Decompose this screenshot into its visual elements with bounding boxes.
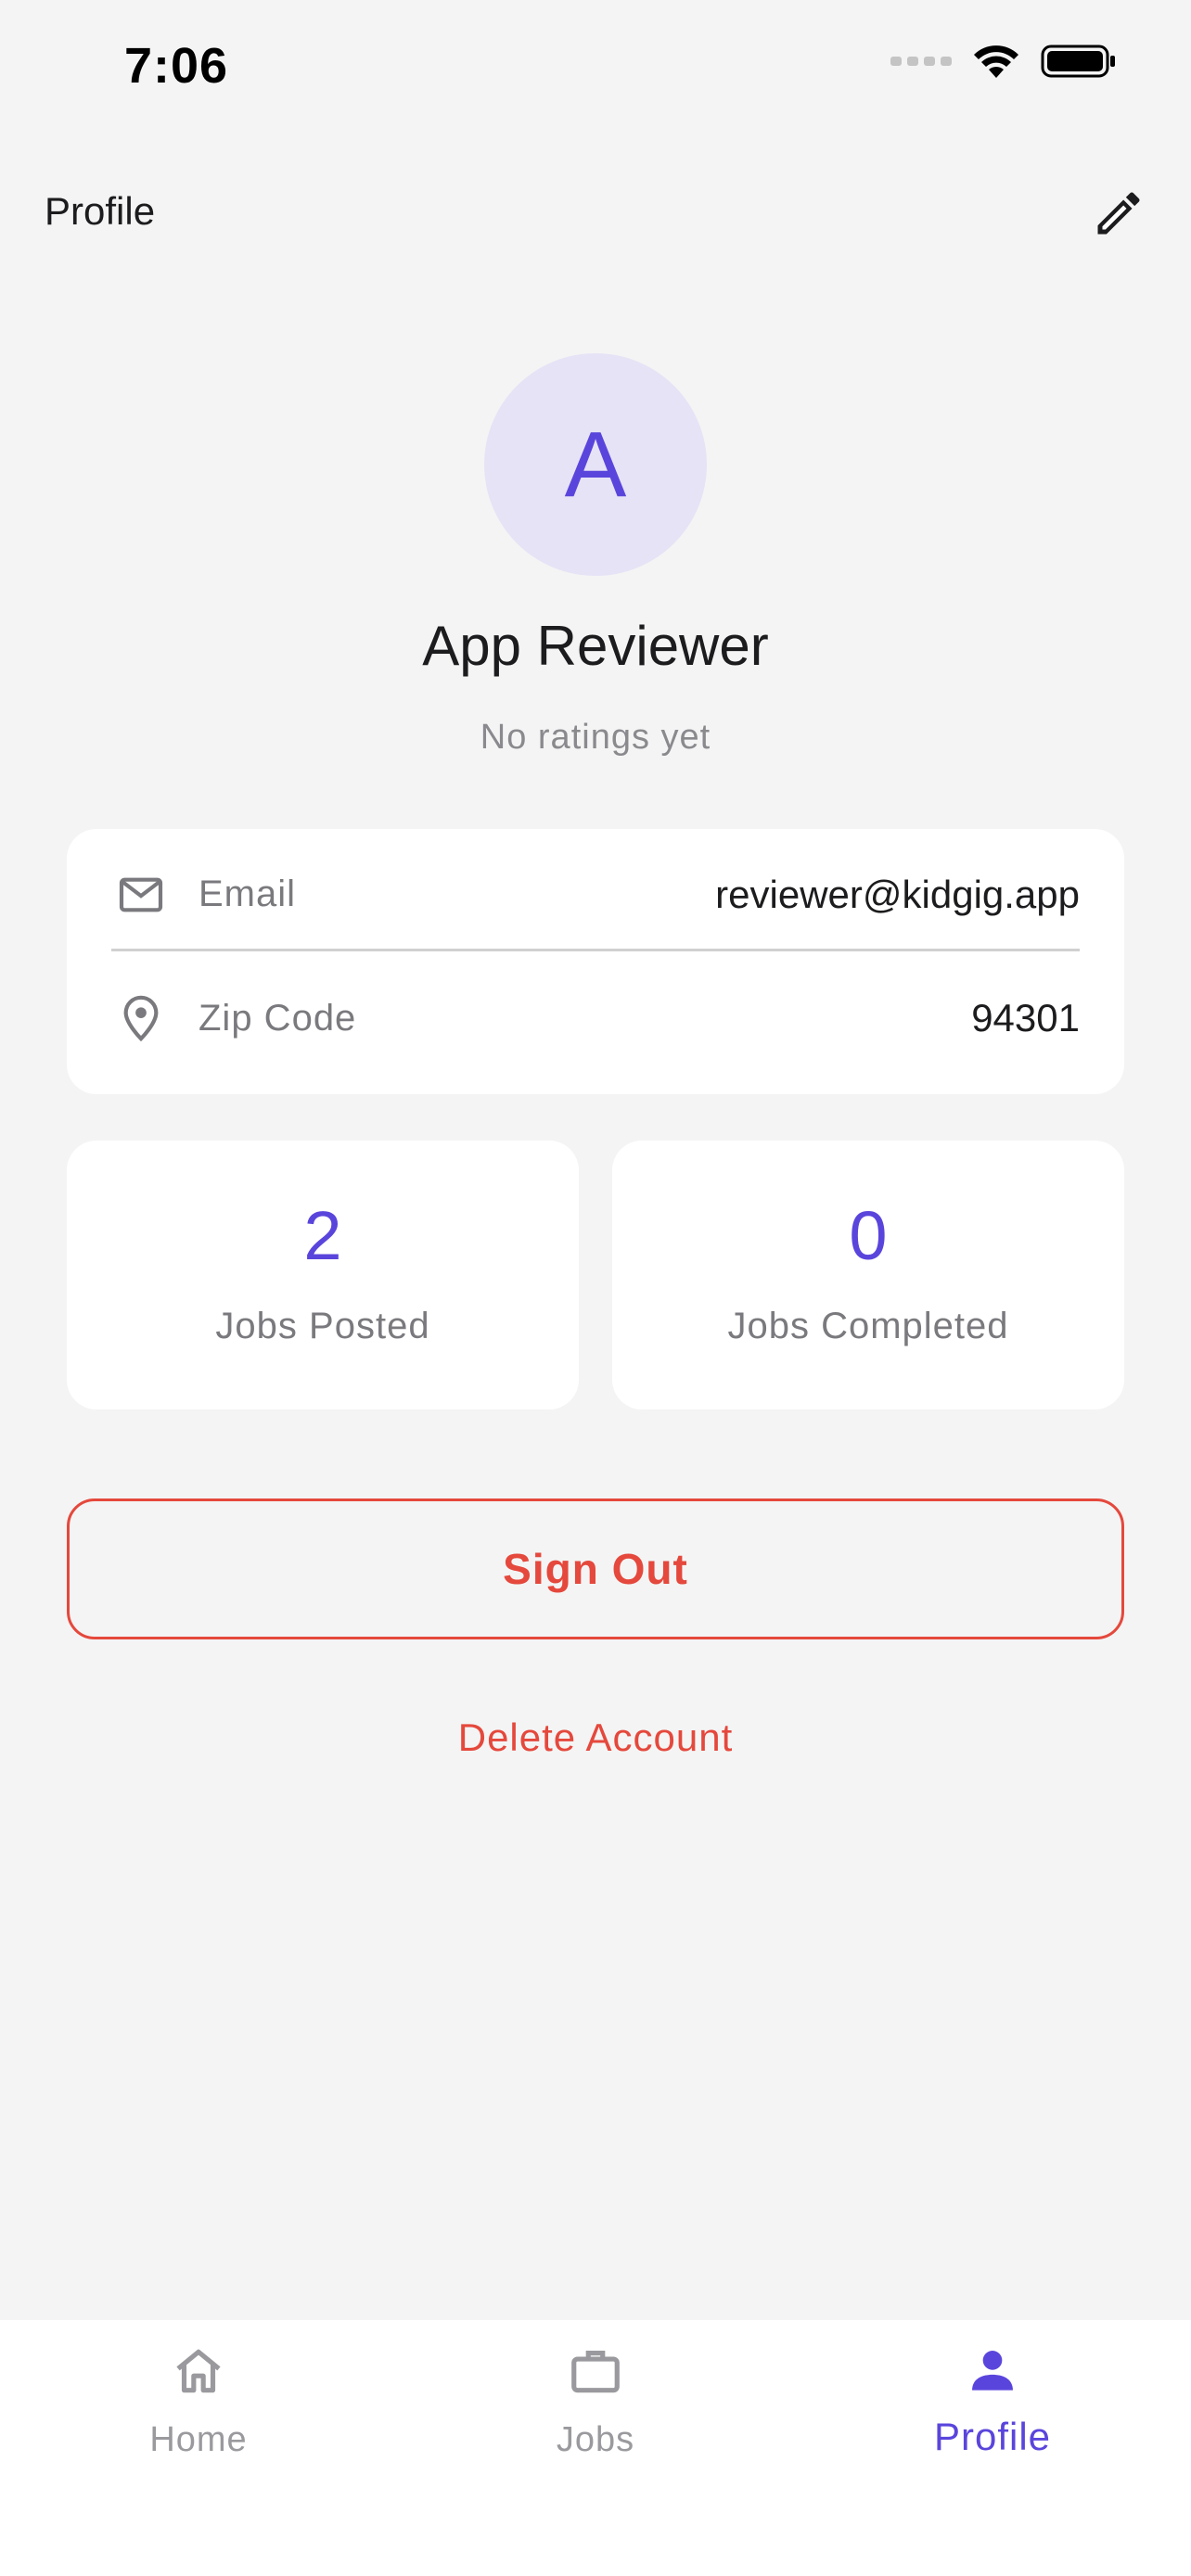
contact-info-card: Email reviewer@kidgig.app Zip Code 94301 [67,829,1124,1094]
avatar: A [484,353,707,576]
email-row: Email reviewer@kidgig.app [111,840,1080,951]
briefcase-icon [563,2339,628,2404]
nav-item-home[interactable]: Home [0,2339,397,2478]
zip-row: Zip Code 94301 [111,963,1080,1074]
email-value: reviewer@kidgig.app [715,872,1080,916]
jobs-completed-count: 0 [849,1197,888,1274]
status-time: 7:06 [124,38,229,94]
wifi-icon [974,45,1018,78]
sign-out-button[interactable]: Sign Out [67,1498,1124,1639]
nav-label-jobs: Jobs [556,2420,635,2459]
signal-icon [890,57,952,66]
status-bar: 7:06 [0,0,1191,139]
user-name: App Reviewer [422,615,769,677]
email-label: Email [198,874,297,914]
zip-value: 94301 [971,996,1080,1039]
status-icons [890,43,1117,80]
bottom-nav: Home Jobs Profile [0,2320,1191,2576]
page-title: Profile [45,189,156,233]
pencil-icon [1097,192,1140,235]
person-icon [960,2339,1025,2404]
rating-text: No ratings yet [480,718,711,757]
battery-icon [1041,45,1115,78]
nav-label-home: Home [149,2420,248,2459]
zip-label: Zip Code [198,997,357,1039]
nav-item-jobs[interactable]: Jobs [397,2339,794,2478]
jobs-posted-card: 2 Jobs Posted [67,1141,579,1409]
home-icon [166,2339,231,2404]
location-pin-icon [111,988,171,1048]
delete-account-link[interactable]: Delete Account [0,1715,1191,1760]
header: Profile [0,167,1191,260]
edit-profile-button[interactable] [1083,178,1154,249]
jobs-posted-label: Jobs Posted [215,1306,430,1346]
jobs-posted-count: 2 [303,1197,342,1274]
jobs-completed-label: Jobs Completed [727,1306,1009,1346]
jobs-completed-card: 0 Jobs Completed [612,1141,1124,1409]
nav-label-profile: Profile [933,2415,1052,2458]
nav-item-profile[interactable]: Profile [794,2339,1191,2478]
mail-icon [111,865,171,925]
